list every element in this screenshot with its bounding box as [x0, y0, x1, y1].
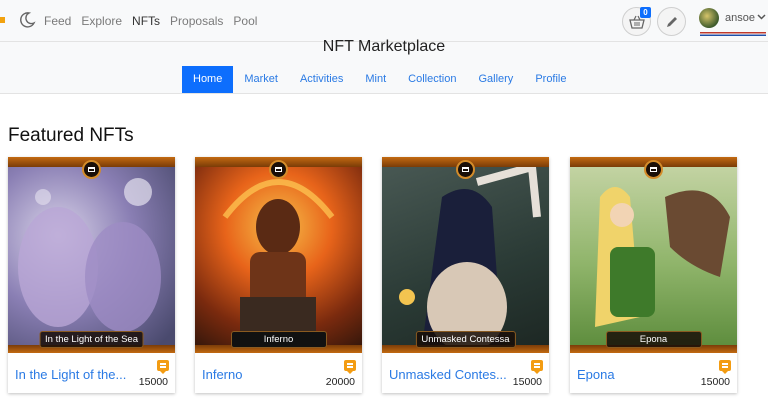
- logo-icon[interactable]: [0, 14, 6, 26]
- artwork-illustration: [18, 178, 161, 332]
- crown-emblem-icon: [82, 160, 101, 179]
- nav-link-proposals[interactable]: Proposals: [170, 14, 223, 28]
- artwork-label: Unmasked Contessa: [415, 331, 516, 348]
- marketplace-tabs: Home Market Activities Mint Collection G…: [182, 66, 578, 93]
- nav-link-nfts[interactable]: NFTs: [132, 14, 160, 28]
- crown-emblem-icon: [456, 160, 475, 179]
- cart-count-badge: 0: [640, 7, 651, 18]
- nav-link-pool[interactable]: Pool: [233, 14, 257, 28]
- nft-artwork[interactable]: In the Light of the Sea: [8, 157, 175, 353]
- chat-icon[interactable]: [531, 360, 543, 374]
- nft-artwork[interactable]: Epona: [570, 157, 737, 353]
- chat-icon[interactable]: [344, 360, 356, 374]
- artwork-label: Inferno: [230, 331, 327, 348]
- nav-link-feed[interactable]: Feed: [44, 14, 71, 28]
- tab-collection[interactable]: Collection: [397, 66, 467, 93]
- compose-button[interactable]: [657, 7, 686, 36]
- tab-gallery[interactable]: Gallery: [467, 66, 524, 93]
- nft-name-link[interactable]: Inferno: [202, 367, 320, 382]
- nft-price: 15000: [138, 376, 168, 388]
- nft-card[interactable]: In the Light of the Sea In the Light of …: [8, 157, 175, 393]
- page-title: NFT Marketplace: [322, 38, 446, 55]
- tab-activities[interactable]: Activities: [289, 66, 354, 93]
- nft-name-link[interactable]: Epona: [577, 367, 695, 382]
- tab-market[interactable]: Market: [233, 66, 289, 93]
- nft-price: 15000: [700, 376, 730, 388]
- flag-stripe: [700, 32, 766, 36]
- artwork-label: In the Light of the Sea: [39, 331, 144, 348]
- nav-link-explore[interactable]: Explore: [81, 14, 122, 28]
- chat-icon[interactable]: [157, 360, 169, 374]
- nft-artwork[interactable]: Inferno: [195, 157, 362, 353]
- top-navbar: Feed Explore NFTs Proposals Pool 0 ansoe: [0, 0, 768, 42]
- pencil-icon: [666, 16, 677, 27]
- crown-emblem-icon: [269, 160, 288, 179]
- tab-mint[interactable]: Mint: [354, 66, 397, 93]
- artwork-illustration: [399, 161, 541, 352]
- chevron-down-icon[interactable]: [757, 12, 766, 21]
- avatar[interactable]: [699, 8, 719, 28]
- username[interactable]: ansoe: [725, 12, 755, 24]
- nft-name-link[interactable]: In the Light of the...: [15, 367, 133, 382]
- section-title: Featured NFTs: [8, 125, 134, 146]
- tab-profile[interactable]: Profile: [524, 66, 577, 93]
- nft-card[interactable]: Epona Epona 15000: [570, 157, 737, 393]
- chat-icon[interactable]: [719, 360, 731, 374]
- tab-home[interactable]: Home: [182, 66, 234, 93]
- artwork-label: Epona: [605, 331, 702, 348]
- artwork-illustration: [595, 187, 730, 327]
- moon-icon[interactable]: [18, 11, 36, 29]
- nft-card[interactable]: Unmasked Contessa Unmasked Contes... 150…: [382, 157, 549, 393]
- crown-emblem-icon: [644, 160, 663, 179]
- nft-card[interactable]: Inferno Inferno 20000: [195, 157, 362, 393]
- nft-price: 20000: [325, 376, 355, 388]
- nft-price: 15000: [512, 376, 542, 388]
- nft-name-link[interactable]: Unmasked Contes...: [389, 367, 507, 382]
- artwork-illustration: [222, 179, 335, 337]
- nft-artwork[interactable]: Unmasked Contessa: [382, 157, 549, 353]
- top-nav-links: Feed Explore NFTs Proposals Pool: [44, 14, 267, 28]
